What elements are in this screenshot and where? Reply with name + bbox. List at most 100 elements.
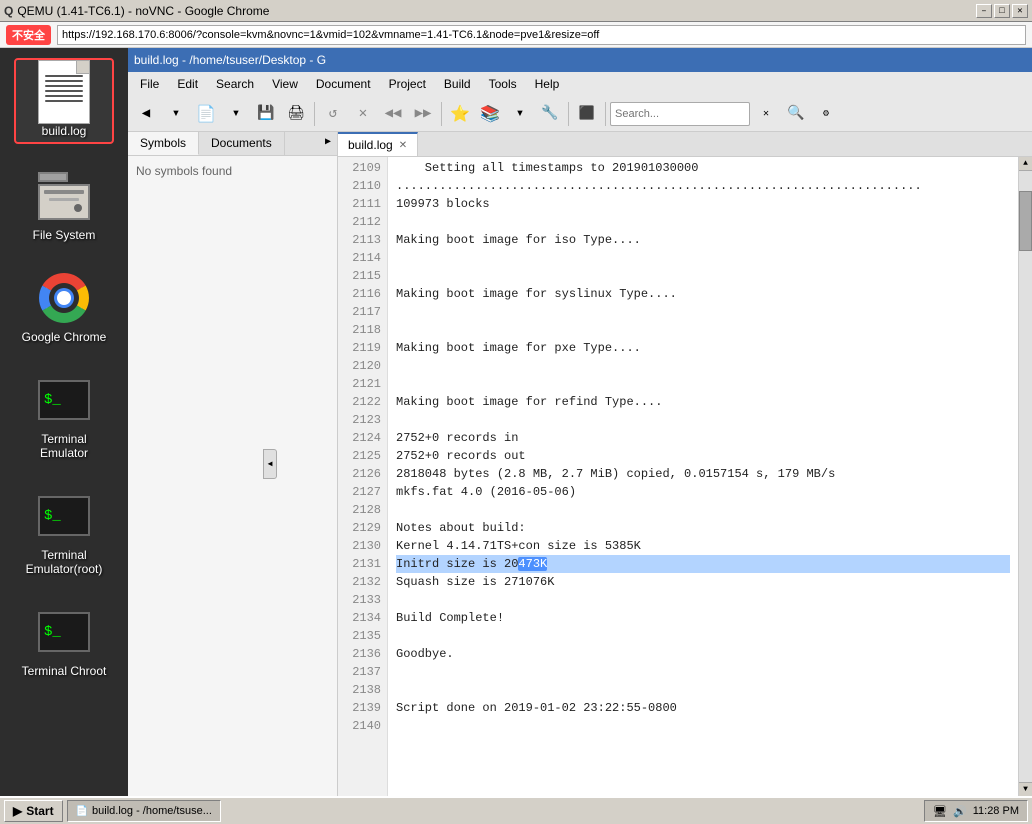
panel-toggle-button[interactable]: ◀: [263, 449, 277, 479]
toolbar-next-btn[interactable]: ▶▶: [409, 100, 437, 128]
menu-view[interactable]: View: [264, 75, 306, 93]
log-line: [396, 375, 1010, 393]
menu-project[interactable]: Project: [381, 75, 434, 93]
doc-line: [45, 100, 83, 102]
editor-tab-build-log[interactable]: build.log ✕: [338, 132, 418, 156]
scrollbar-thumb[interactable]: [1019, 191, 1032, 251]
left-panel: Symbols Documents ▶ No symbols found: [128, 132, 338, 796]
log-line: Making boot image for iso Type....: [396, 231, 1010, 249]
menu-edit[interactable]: Edit: [169, 75, 206, 93]
toolbar-print-btn[interactable]: 🖨: [282, 100, 310, 128]
log-line: Making boot image for pxe Type....: [396, 339, 1010, 357]
log-line: Kernel 4.14.71TS+con size is 5385K: [396, 537, 1010, 555]
terminal-chroot-icon: $_: [38, 612, 90, 652]
terminal-icon-img: $_: [36, 372, 92, 428]
build-log-label: build.log: [42, 124, 87, 138]
main-area: build.log File System: [0, 48, 1032, 796]
line-number: 2134: [338, 609, 387, 627]
desktop-icon-google-chrome[interactable]: Google Chrome: [14, 266, 114, 348]
log-line: [396, 717, 1010, 735]
file-system-label: File System: [33, 228, 96, 242]
toolbar-clear-search-btn[interactable]: ✕: [752, 100, 780, 128]
line-number: 2110: [338, 177, 387, 195]
desktop-icon-file-system[interactable]: File System: [14, 164, 114, 246]
log-lines-content: Setting all timestamps to 201901030000..…: [388, 157, 1018, 796]
scrollbar[interactable]: ▲ ▼: [1018, 157, 1032, 796]
line-number: 2140: [338, 717, 387, 735]
file-system-icon-img: [36, 168, 92, 224]
menu-file[interactable]: File: [132, 75, 167, 93]
taskbar-clock: 11:28 PM: [973, 805, 1019, 817]
tab-symbols[interactable]: Symbols: [128, 132, 199, 155]
desktop-icon-terminal[interactable]: $_ Terminal Emulator: [14, 368, 114, 464]
doc-line: [45, 80, 83, 82]
line-number: 2120: [338, 357, 387, 375]
menu-build[interactable]: Build: [436, 75, 479, 93]
app-icon: Q: [4, 4, 13, 18]
toolbar-stop-btn[interactable]: ✕: [349, 100, 377, 128]
line-number: 2124: [338, 429, 387, 447]
log-line: 2752+0 records in: [396, 429, 1010, 447]
line-number: 2115: [338, 267, 387, 285]
terminal-root-prompt: $_: [44, 508, 61, 524]
log-line: [396, 267, 1010, 285]
line-number: 2135: [338, 627, 387, 645]
toolbar-bookmark-dropdown-btn[interactable]: ▾: [506, 100, 534, 128]
tab-close-btn[interactable]: ✕: [399, 140, 407, 151]
menu-tools[interactable]: Tools: [481, 75, 525, 93]
menu-help[interactable]: Help: [527, 75, 568, 93]
title-bar: Q QEMU (1.41-TC6.1) - noVNC - Google Chr…: [0, 0, 1032, 22]
start-button[interactable]: ▶ Start: [4, 800, 63, 822]
line-number: 2126: [338, 465, 387, 483]
desktop-icon-build-log[interactable]: build.log: [14, 58, 114, 144]
line-number: 2131: [338, 555, 387, 573]
tab-documents[interactable]: Documents: [199, 132, 285, 155]
security-bar: 不安全: [0, 22, 1032, 48]
sidebar: build.log File System: [0, 48, 128, 796]
toolbar-open-btn[interactable]: 📄: [192, 100, 220, 128]
desktop-icon-terminal-chroot[interactable]: $_ Terminal Chroot: [14, 600, 114, 682]
toolbar-plugin-btn[interactable]: 🔧: [536, 100, 564, 128]
url-input[interactable]: [57, 25, 1026, 45]
toolbar-save-btn[interactable]: 💾: [252, 100, 280, 128]
network-icon: 🖥: [933, 805, 947, 818]
terminal-emulator-root-label: Terminal Emulator(root): [18, 548, 110, 576]
toolbar-bookmark2-btn[interactable]: 📚: [476, 100, 504, 128]
editor-area: build.log - /home/tsuser/Desktop - G Fil…: [128, 48, 1032, 796]
line-number: 2119: [338, 339, 387, 357]
log-line: [396, 411, 1010, 429]
terminal-icon: $_: [38, 380, 90, 420]
log-line: Build Complete!: [396, 609, 1010, 627]
toolbar-bookmark-btn[interactable]: ⭐: [446, 100, 474, 128]
toolbar-open-dropdown-btn[interactable]: ▾: [222, 100, 250, 128]
gedit-menu-bar: File Edit Search View Document Project B…: [128, 72, 1032, 96]
menu-document[interactable]: Document: [308, 75, 379, 93]
toolbar-undo-btn[interactable]: ↺: [319, 100, 347, 128]
toolbar-search-input[interactable]: [610, 102, 750, 126]
scroll-up-btn[interactable]: ▲: [1019, 157, 1032, 171]
panel-arrow[interactable]: ▶: [319, 132, 337, 155]
menu-search[interactable]: Search: [208, 75, 262, 93]
build-log-icon-img: [36, 64, 92, 120]
line-number: 2127: [338, 483, 387, 501]
toolbar-prev-btn[interactable]: ◀◀: [379, 100, 407, 128]
toolbar-terminal-btn[interactable]: ⬛: [573, 100, 601, 128]
symbols-empty-text: No symbols found: [136, 164, 232, 178]
taskbar-item-build-log[interactable]: 📄 build.log - /home/tsuse...: [67, 800, 221, 822]
doc-line: [45, 95, 83, 97]
toolbar-back-btn[interactable]: ◀: [132, 100, 160, 128]
maximize-button[interactable]: □: [994, 4, 1010, 18]
highlighted-text: 473K: [518, 557, 547, 571]
toolbar-search-settings-btn[interactable]: ⚙: [812, 100, 840, 128]
close-button[interactable]: ✕: [1012, 4, 1028, 18]
line-number: 2118: [338, 321, 387, 339]
desktop-icon-terminal-root[interactable]: $_ Terminal Emulator(root): [14, 484, 114, 580]
terminal-prompt: $_: [44, 392, 61, 408]
minimize-button[interactable]: –: [976, 4, 992, 18]
toolbar-dropdown-btn[interactable]: ▾: [162, 100, 190, 128]
log-content[interactable]: 2109211021112112211321142115211621172118…: [338, 157, 1032, 796]
taskbar-item-icon: 📄: [76, 806, 88, 817]
toolbar-search-go-btn[interactable]: 🔍: [782, 100, 810, 128]
line-numbers: 2109211021112112211321142115211621172118…: [338, 157, 388, 796]
scroll-down-btn[interactable]: ▼: [1019, 782, 1032, 796]
